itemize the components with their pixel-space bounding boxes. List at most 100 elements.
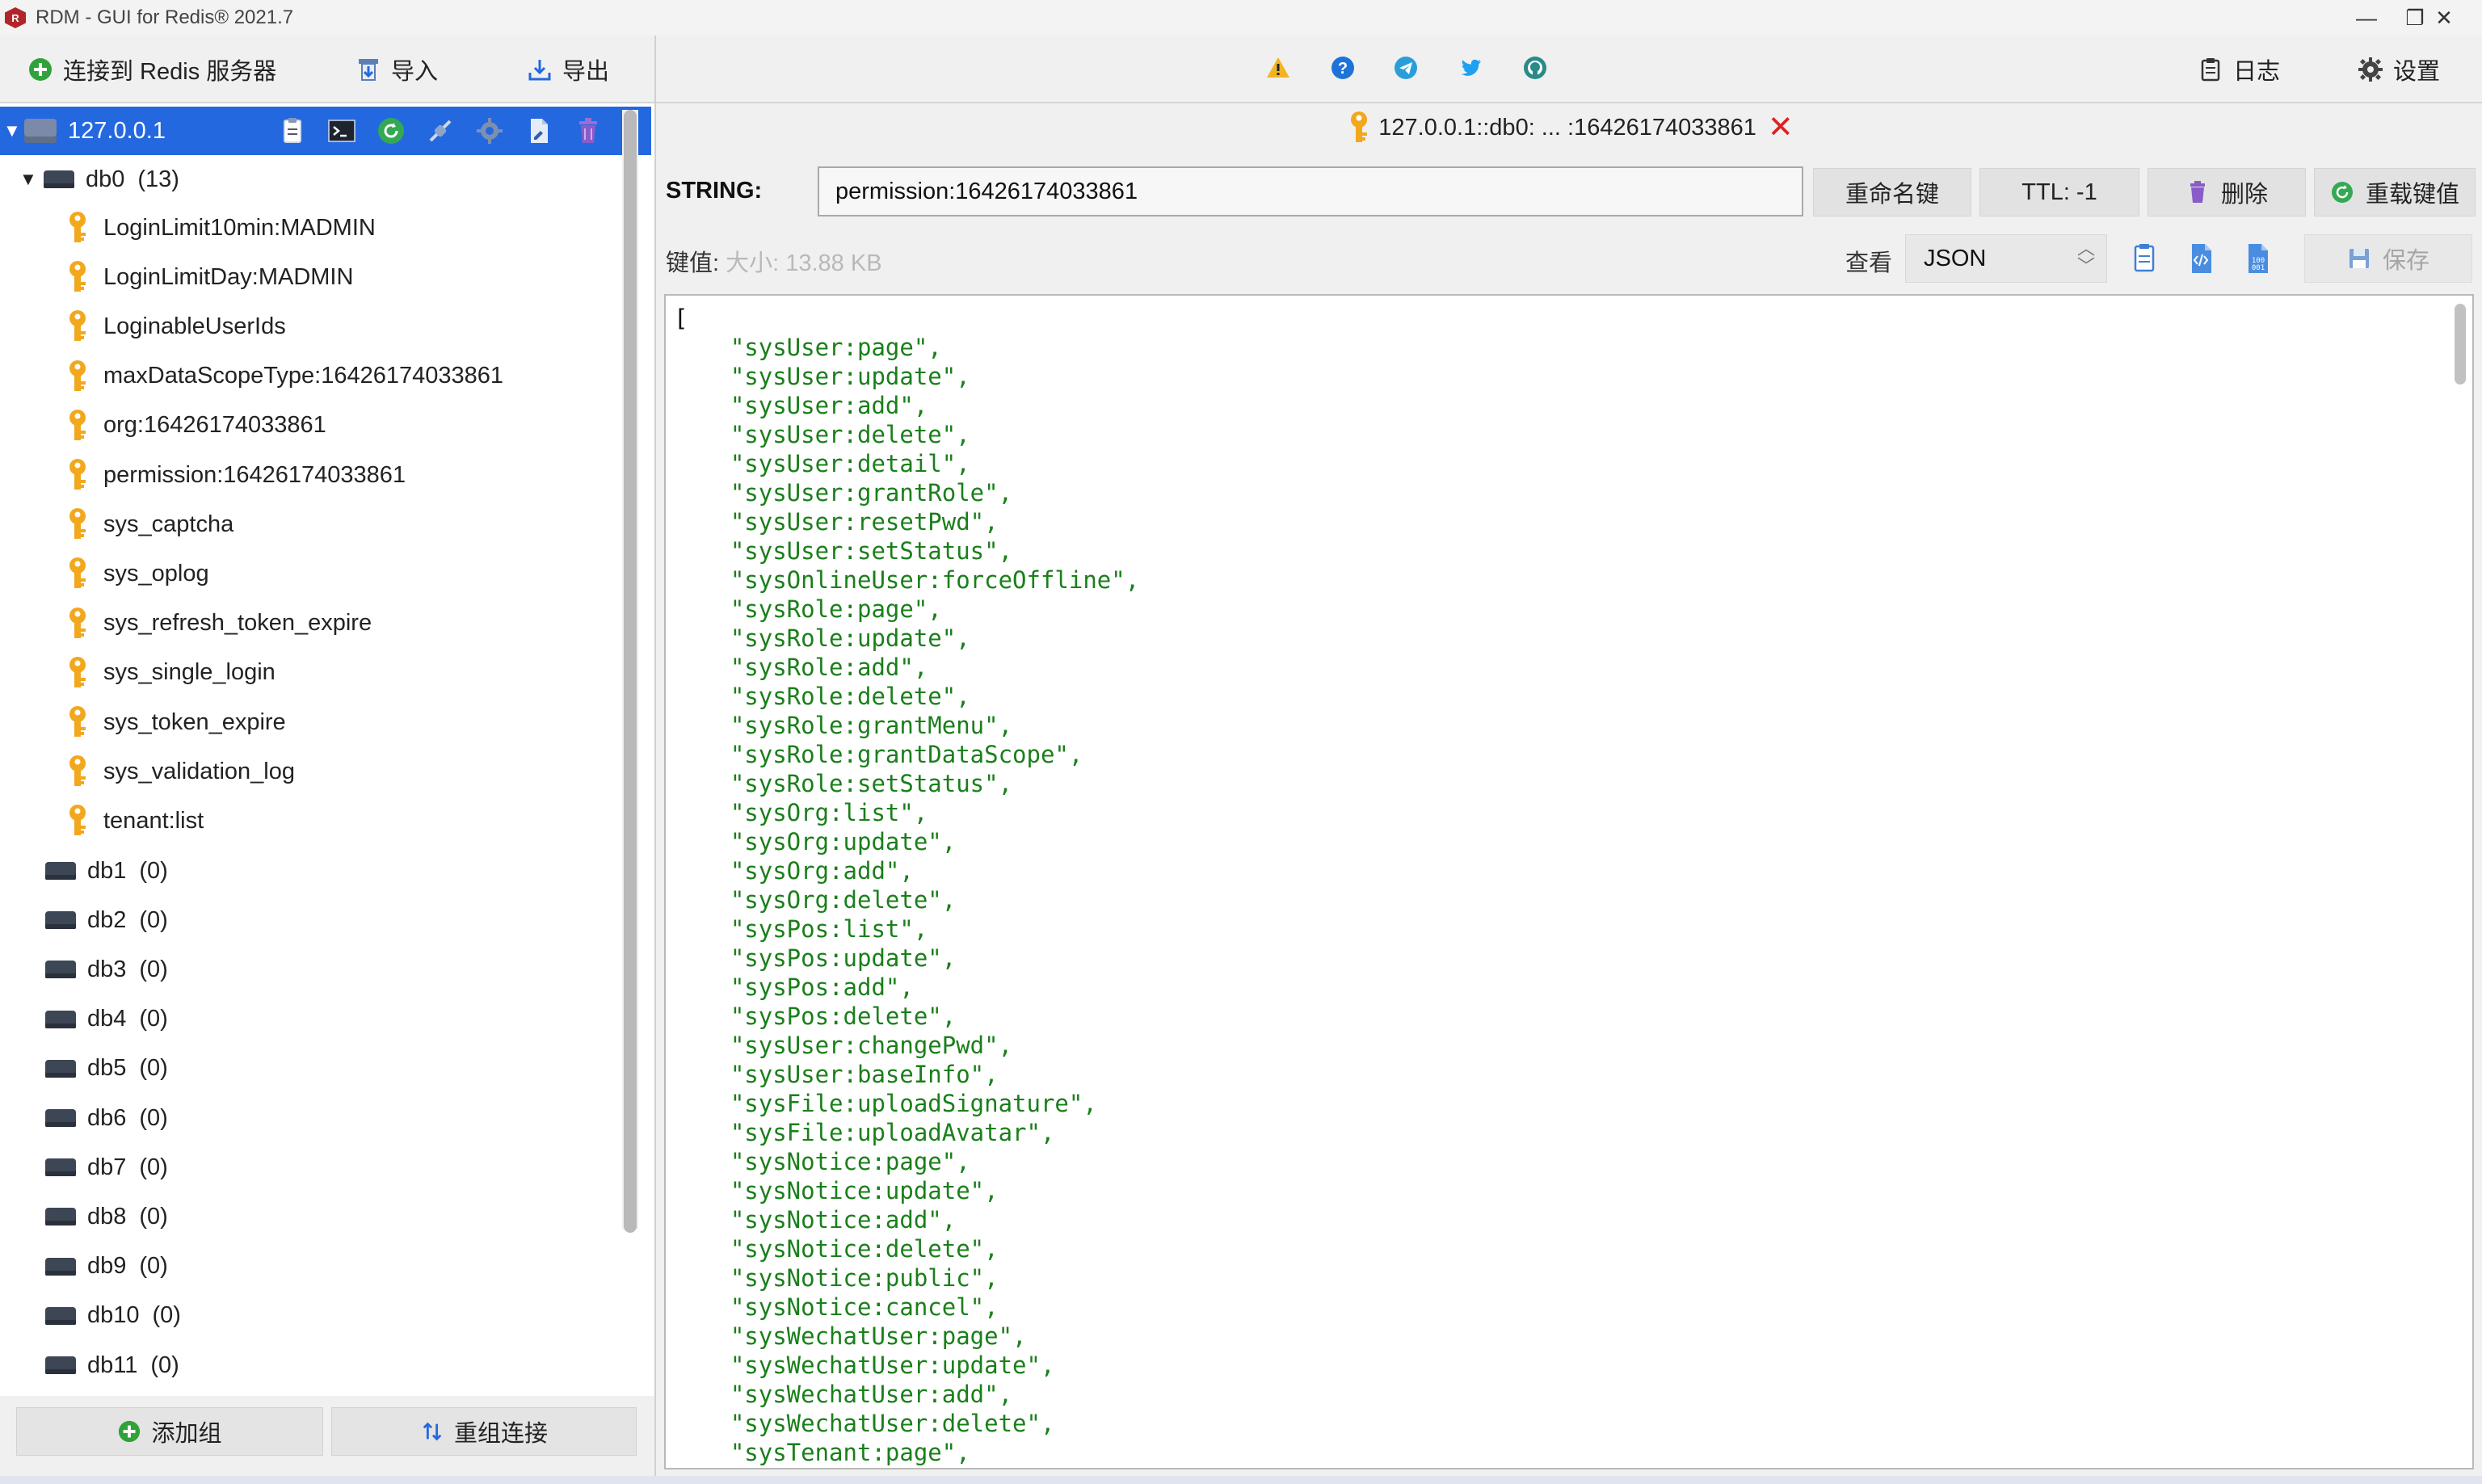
- key-icon: [63, 210, 92, 246]
- key-row[interactable]: maxDataScopeType:16426174033861: [0, 352, 622, 401]
- key-row[interactable]: sys_token_expire: [0, 698, 622, 746]
- database-icon: [45, 1257, 76, 1276]
- server-connection-row[interactable]: ▼ 127.0.0.1: [0, 107, 651, 155]
- reload-icon[interactable]: [373, 113, 409, 149]
- server-info-icon[interactable]: [275, 113, 310, 149]
- key-row[interactable]: sys_oplog: [0, 549, 622, 598]
- json-string-line: "sysOrg:delete",: [730, 886, 957, 914]
- key-row[interactable]: permission:16426174033861: [0, 451, 622, 499]
- twitter-icon[interactable]: [1458, 55, 1483, 81]
- window-title: RDM - GUI for Redis® 2021.7: [36, 6, 294, 28]
- github-icon[interactable]: [1522, 55, 1548, 81]
- db-row-db3[interactable]: db3 (0): [0, 945, 622, 994]
- import-icon: [355, 57, 381, 82]
- ttl-button[interactable]: TTL: -1: [1979, 168, 2139, 217]
- json-code[interactable]: [ "sysUser:page", "sysUser:update", "sys…: [674, 304, 1139, 1467]
- key-icon: [63, 556, 92, 591]
- tree-scrollbar-thumb[interactable]: [624, 110, 637, 1233]
- db-row-db10[interactable]: db10 (0): [0, 1292, 622, 1340]
- disconnect-icon[interactable]: [423, 113, 458, 149]
- telegram-icon[interactable]: [1393, 55, 1419, 81]
- json-string-line: "sysNotice:page",: [730, 1148, 970, 1175]
- reload-icon: [2330, 180, 2354, 204]
- help-icon[interactable]: ?: [1330, 55, 1356, 81]
- json-string-line: "sysNotice:cancel",: [730, 1293, 999, 1321]
- key-row[interactable]: LoginLimitDay:MADMIN: [0, 253, 622, 301]
- key-row[interactable]: tenant:list: [0, 797, 622, 845]
- value-editor[interactable]: [ "sysUser:page", "sysUser:update", "sys…: [664, 294, 2474, 1469]
- settings-button[interactable]: 设置: [2358, 50, 2440, 89]
- database-icon: [45, 862, 76, 880]
- binary-view-icon[interactable]: 100 001: [2241, 241, 2274, 276]
- json-string-line: "sysNotice:add",: [730, 1206, 957, 1234]
- key-row[interactable]: org:16426174033861: [0, 401, 622, 450]
- key-name-input[interactable]: [818, 166, 1803, 217]
- sort-arrows-icon: [420, 1419, 444, 1444]
- expand-arrow-icon[interactable]: ▼: [19, 169, 44, 190]
- add-key-icon[interactable]: [521, 113, 557, 149]
- key-row[interactable]: LoginableUserIds: [0, 302, 622, 351]
- key-row[interactable]: LoginLimit10min:MADMIN: [0, 204, 622, 252]
- editor-scrollbar-thumb[interactable]: [2455, 304, 2466, 385]
- key-row[interactable]: sys_single_login: [0, 649, 622, 697]
- db-row-db11[interactable]: db11 (0): [0, 1341, 622, 1389]
- key-name: tenant:list: [103, 807, 204, 834]
- db-row-db4[interactable]: db4 (0): [0, 995, 622, 1044]
- key-name: sys_refresh_token_expire: [103, 610, 372, 637]
- connect-server-button[interactable]: 连接到 Redis 服务器: [27, 50, 276, 89]
- key-name: org:16426174033861: [103, 412, 326, 439]
- json-string-line: "sysUser:changePwd",: [730, 1032, 1013, 1059]
- warning-icon[interactable]: [1265, 55, 1291, 81]
- rename-key-button[interactable]: 重命名键: [1813, 168, 1971, 217]
- db-row-db5[interactable]: db5 (0): [0, 1045, 622, 1093]
- db-row-db6[interactable]: db6 (0): [0, 1094, 622, 1142]
- main-toolbar: 连接到 Redis 服务器 导入 导出 日志 设置: [0, 36, 2482, 103]
- json-string-line: "sysWechatUser:update",: [730, 1352, 1055, 1379]
- db-row-db8[interactable]: db8 (0): [0, 1192, 622, 1241]
- key-icon: [63, 457, 92, 493]
- database-icon: [44, 170, 74, 188]
- view-mode-select[interactable]: JSON ︿ ﹀: [1905, 234, 2107, 283]
- key-row[interactable]: sys_captcha: [0, 500, 622, 549]
- code-view-icon[interactable]: [2185, 241, 2217, 276]
- db0-row[interactable]: ▼ db0 (13): [0, 155, 622, 204]
- import-button[interactable]: 导入: [355, 50, 438, 89]
- json-string-line: "sysFile:uploadAvatar",: [730, 1119, 1055, 1146]
- key-icon: [63, 408, 92, 444]
- save-value-button[interactable]: 保存: [2304, 234, 2472, 283]
- collapse-arrow-icon[interactable]: ▼: [3, 120, 24, 141]
- database-icon: [45, 911, 76, 930]
- reload-value-button[interactable]: 重载键值: [2314, 168, 2476, 217]
- console-icon[interactable]: [324, 113, 360, 149]
- flush-db-trash-icon[interactable]: [570, 113, 606, 149]
- export-button[interactable]: 导出: [527, 50, 609, 89]
- key-row[interactable]: sys_refresh_token_expire: [0, 599, 622, 648]
- key-icon: [1344, 110, 1374, 145]
- regroup-connections-button[interactable]: 重组连接: [331, 1407, 637, 1456]
- key-name: maxDataScopeType:16426174033861: [103, 363, 503, 389]
- db-row-db2[interactable]: db2 (0): [0, 896, 622, 944]
- json-string-line: "sysRole:grantMenu",: [730, 712, 1013, 739]
- db-row-db9[interactable]: db9 (0): [0, 1242, 622, 1291]
- delete-key-button[interactable]: 删除: [2148, 168, 2306, 217]
- db-row-db1[interactable]: db1 (0): [0, 847, 622, 895]
- add-circle-icon: [117, 1419, 141, 1444]
- copy-value-icon[interactable]: [2128, 241, 2160, 276]
- key-name: sys_oplog: [103, 560, 209, 586]
- json-string-line: "sysOrg:update",: [730, 828, 957, 856]
- add-group-button[interactable]: 添加组: [16, 1407, 323, 1456]
- key-row[interactable]: sys_validation_log: [0, 747, 622, 796]
- json-string-line: "sysWechatUser:page",: [730, 1322, 1027, 1350]
- db-row-db7[interactable]: db7 (0): [0, 1143, 622, 1192]
- close-tab-icon[interactable]: ✕: [1768, 112, 1794, 143]
- json-string-line: "sysUser:add",: [730, 392, 928, 419]
- server-settings-icon[interactable]: [472, 113, 507, 149]
- log-label: 日志: [2233, 59, 2281, 85]
- close-window-button[interactable]: ✕: [2408, 0, 2480, 36]
- db-key-count: (0): [139, 1055, 168, 1082]
- log-button[interactable]: 日志: [2198, 50, 2280, 89]
- reload-value-label: 重载键值: [2365, 182, 2459, 208]
- tab-key[interactable]: 127.0.0.1::db0: ... :16426174033861 ✕: [656, 103, 2482, 152]
- json-string-line: "sysRole:setStatus",: [730, 770, 1013, 797]
- tree-scrollbar[interactable]: [622, 110, 638, 1233]
